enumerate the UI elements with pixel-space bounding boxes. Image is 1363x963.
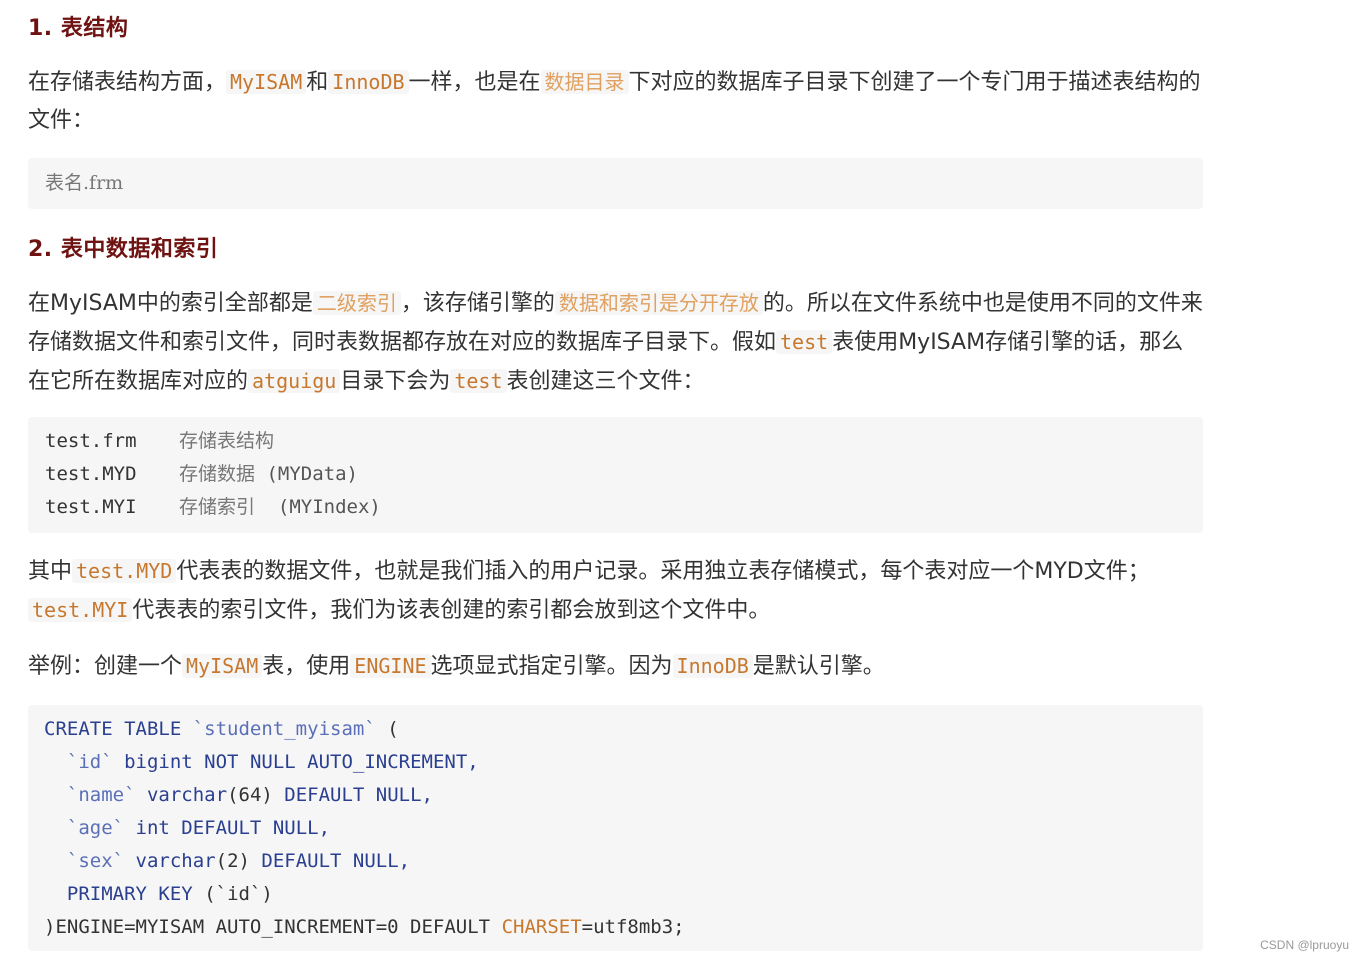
file-name: test.MYI — [45, 496, 137, 518]
csdn-watermark: CSDN @lpruoyu — [1260, 938, 1349, 952]
file-row-myi: test.MYI 存储索引 (MYIndex) — [45, 491, 1186, 524]
inline-code-test: test — [776, 330, 833, 354]
file-note: (MYIndex) — [277, 496, 381, 518]
text-run: 其中 — [28, 559, 73, 584]
sql-text: =utf8mb3; — [581, 916, 685, 938]
file-desc: 存储索引 — [179, 496, 256, 518]
sql-identifier: `age` — [66, 817, 125, 839]
text-run: 选项显式指定引擎。因为 — [430, 654, 673, 679]
text-run: 表创建这三个文件： — [506, 369, 705, 394]
inline-code-secondary-index: 二级索引 — [312, 291, 401, 315]
text-run: 举例：创建一个 — [28, 654, 183, 679]
text-run: 是默认引擎。 — [752, 654, 885, 679]
sql-punct: (64) — [227, 784, 273, 806]
file-desc: 存储数据 — [179, 463, 256, 485]
sql-type: varchar — [135, 850, 216, 872]
text-run: 代表表的索引文件，我们为该表创建的索引都会放到这个文件中。 — [132, 598, 771, 623]
sql-line-3: `name` varchar(64) DEFAULT NULL, — [44, 779, 1187, 812]
text-run: ，该存储引擎的 — [400, 291, 555, 316]
sql-identifier: `name` — [66, 784, 136, 806]
sql-identifier: `sex` — [66, 850, 125, 872]
inline-code-myisam: MyISAM — [182, 654, 263, 678]
inline-code-separate-storage: 数据和索引是分开存放 — [554, 291, 763, 315]
sql-definition: DEFAULT NULL, — [261, 850, 411, 872]
text-run: 在存储表结构方面， — [28, 70, 227, 95]
sql-identifier: `id` — [66, 751, 113, 773]
file-desc: 存储表结构 — [179, 430, 275, 452]
sql-identifier: `student_myisam` — [192, 718, 376, 740]
inline-code-test-myi: test.MYI — [28, 598, 133, 622]
file-row-frm: test.frm 存储表结构 — [45, 425, 1186, 458]
paragraph-myd-myi: 其中 test.MYD 代表表的数据文件，也就是我们插入的用户记录。采用独立表存储模… — [28, 552, 1203, 630]
sql-keyword: CHARSET — [501, 916, 582, 938]
text-run: 一样，也是在 — [408, 70, 541, 95]
sql-punct: (`id`) — [204, 883, 273, 905]
sql-line-6: PRIMARY KEY (`id`) — [44, 878, 1187, 911]
sql-line-4: `age` int DEFAULT NULL, — [44, 812, 1187, 845]
text-run: 在MyISAM中的索引全部都是 — [28, 291, 313, 316]
text-run: 目录下会为 — [340, 369, 451, 394]
file-note: (MYData) — [266, 463, 358, 485]
sql-definition: bigint NOT NULL AUTO_INCREMENT, — [124, 751, 479, 773]
paragraph-myisam-files: 在MyISAM中的索引全部都是 二级索引 ，该存储引擎的 数据和索引是分开存放 的。所以… — [28, 284, 1203, 401]
sql-definition: int DEFAULT NULL, — [135, 817, 331, 839]
sql-line-1: CREATE TABLE `student_myisam` ( — [44, 713, 1187, 746]
inline-code-engine: ENGINE — [350, 654, 431, 678]
text-run: 和 — [306, 70, 329, 95]
sql-line-5: `sex` varchar(2) DEFAULT NULL, — [44, 845, 1187, 878]
code-line: 表名.frm — [45, 172, 124, 194]
sql-definition: DEFAULT NULL, — [284, 784, 433, 806]
paragraph-example: 举例：创建一个 MyISAM 表，使用 ENGINE 选项显式指定引擎。因为 InnoDB… — [28, 647, 1203, 686]
inline-code-innodb: InnoDB — [672, 654, 753, 678]
sql-punct: ( — [387, 718, 399, 740]
section-heading-table-structure: 1. 表结构 — [28, 16, 129, 41]
paragraph-table-structure: 在存储表结构方面， MyISAM 和 InnoDB 一样，也是在 数据目录 下对应的数据库子… — [28, 63, 1203, 140]
code-block-sql: CREATE TABLE `student_myisam` ( `id` big… — [28, 705, 1203, 951]
code-block-files: test.frm 存储表结构 test.MYD 存储数据 (MYData) test.M… — [28, 417, 1203, 533]
sql-text: )ENGINE=MYISAM AUTO_INCREMENT=0 DEFAULT — [44, 916, 491, 938]
section-heading-data-and-index: 2. 表中数据和索引 — [28, 237, 219, 262]
text-run: 表，使用 — [262, 654, 351, 679]
text-run: 代表表的数据文件，也就是我们插入的用户记录。采用独立表存储模式，每个表对应一个M… — [176, 559, 1150, 584]
sql-keyword: PRIMARY KEY — [66, 883, 193, 905]
inline-code-test-myd: test.MYD — [72, 559, 177, 583]
file-name: test.frm — [45, 430, 137, 452]
sql-line-7: )ENGINE=MYISAM AUTO_INCREMENT=0 DEFAULT … — [44, 911, 1187, 944]
code-block-frm: 表名.frm — [28, 158, 1203, 209]
inline-code-data-dir: 数据目录 — [540, 70, 629, 94]
file-row-myd: test.MYD 存储数据 (MYData) — [45, 458, 1186, 491]
sql-keyword: CREATE TABLE — [44, 718, 182, 740]
sql-type: varchar — [146, 784, 228, 806]
inline-code-test: test — [450, 369, 507, 393]
sql-punct: (2) — [215, 850, 250, 872]
inline-code-innodb: InnoDB — [328, 70, 409, 94]
inline-code-myisam: MyISAM — [226, 70, 307, 94]
sql-line-2: `id` bigint NOT NULL AUTO_INCREMENT, — [44, 746, 1187, 779]
file-name: test.MYD — [45, 463, 137, 485]
inline-code-atguigu: atguigu — [248, 369, 341, 393]
